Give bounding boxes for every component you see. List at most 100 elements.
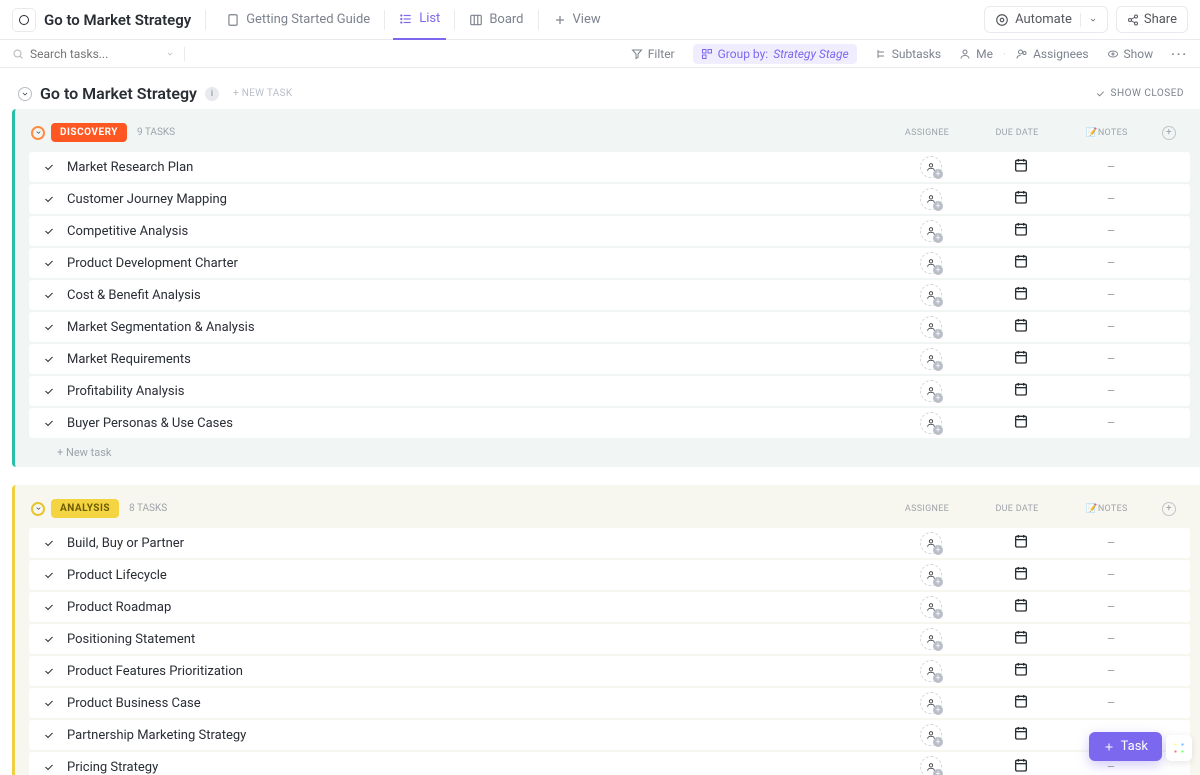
search-input[interactable]	[30, 47, 160, 61]
task-row[interactable]: Market Research Plan + –	[29, 152, 1190, 182]
apps-fab[interactable]	[1166, 735, 1192, 761]
task-row[interactable]: Buyer Personas & Use Cases + –	[29, 408, 1190, 438]
notes-cell[interactable]: –	[1066, 192, 1156, 207]
assignee-cell[interactable]: +	[886, 596, 976, 618]
assignee-cell[interactable]: +	[886, 156, 976, 178]
task-name[interactable]: Product Roadmap	[67, 600, 886, 615]
subtasks-button[interactable]: Subtasks	[875, 47, 941, 61]
group-name-pill[interactable]: DISCOVERY	[51, 123, 127, 142]
groupby-button[interactable]: Group by: Strategy Stage	[693, 44, 857, 64]
task-complete-check[interactable]	[43, 193, 55, 205]
assignee-cell[interactable]: +	[886, 316, 976, 338]
filter-button[interactable]: Filter	[631, 47, 675, 61]
task-complete-check[interactable]	[43, 225, 55, 237]
assignee-cell[interactable]: +	[886, 412, 976, 434]
task-name[interactable]: Product Business Case	[67, 696, 886, 711]
task-row[interactable]: Market Segmentation & Analysis + –	[29, 312, 1190, 342]
task-complete-check[interactable]	[43, 569, 55, 581]
task-name[interactable]: Product Development Charter	[67, 256, 886, 271]
due-date-cell[interactable]	[976, 413, 1066, 433]
notes-cell[interactable]: –	[1066, 568, 1156, 583]
task-row[interactable]: Partnership Marketing Strategy + –	[29, 720, 1190, 750]
due-date-cell[interactable]	[976, 629, 1066, 649]
task-complete-check[interactable]	[43, 729, 55, 741]
task-name[interactable]: Market Research Plan	[67, 160, 886, 175]
chevron-down-icon[interactable]	[166, 50, 174, 58]
assignee-cell[interactable]: +	[886, 660, 976, 682]
notes-cell[interactable]: –	[1066, 632, 1156, 647]
tab-board[interactable]: Board	[463, 0, 529, 40]
due-date-cell[interactable]	[976, 253, 1066, 273]
task-complete-check[interactable]	[43, 601, 55, 613]
assignee-cell[interactable]: +	[886, 628, 976, 650]
notes-cell[interactable]: –	[1066, 696, 1156, 711]
task-name[interactable]: Profitability Analysis	[67, 384, 886, 399]
notes-cell[interactable]: –	[1066, 288, 1156, 303]
notes-cell[interactable]: –	[1066, 352, 1156, 367]
new-task-row[interactable]: + New task	[29, 440, 1190, 461]
show-button[interactable]: Show	[1107, 47, 1154, 61]
assignees-button[interactable]: Assignees	[1016, 47, 1088, 61]
due-date-cell[interactable]	[976, 381, 1066, 401]
notes-cell[interactable]: –	[1066, 224, 1156, 239]
assignee-cell[interactable]: +	[886, 380, 976, 402]
group-collapse-icon[interactable]	[31, 126, 45, 140]
automate-button[interactable]: Automate	[984, 6, 1108, 33]
collapse-icon[interactable]	[18, 87, 32, 101]
notes-cell[interactable]: –	[1066, 256, 1156, 271]
task-name[interactable]: Market Requirements	[67, 352, 886, 367]
task-row[interactable]: Customer Journey Mapping + –	[29, 184, 1190, 214]
assignee-cell[interactable]: +	[886, 284, 976, 306]
task-row[interactable]: Product Development Charter + –	[29, 248, 1190, 278]
due-date-cell[interactable]	[976, 597, 1066, 617]
notes-cell[interactable]: –	[1066, 600, 1156, 615]
task-name[interactable]: Cost & Benefit Analysis	[67, 288, 886, 303]
column-header-assignee[interactable]: ASSIGNEE	[882, 128, 972, 138]
column-header-notes[interactable]: 📝NOTES	[1062, 504, 1152, 514]
group-collapse-icon[interactable]	[31, 502, 45, 516]
tab-getting-started[interactable]: Getting Started Guide	[220, 0, 376, 40]
tab-add-view[interactable]: View	[547, 0, 607, 40]
assignee-cell[interactable]: +	[886, 756, 976, 775]
task-name[interactable]: Buyer Personas & Use Cases	[67, 416, 886, 431]
task-name[interactable]: Positioning Statement	[67, 632, 886, 647]
task-name[interactable]: Market Segmentation & Analysis	[67, 320, 886, 335]
task-complete-check[interactable]	[43, 537, 55, 549]
notes-cell[interactable]: –	[1066, 416, 1156, 431]
task-complete-check[interactable]	[43, 633, 55, 645]
task-row[interactable]: Market Requirements + –	[29, 344, 1190, 374]
notes-cell[interactable]: –	[1066, 760, 1156, 775]
assignee-cell[interactable]: +	[886, 692, 976, 714]
due-date-cell[interactable]	[976, 285, 1066, 305]
me-button[interactable]: Me	[959, 47, 993, 61]
task-row[interactable]: Cost & Benefit Analysis + –	[29, 280, 1190, 310]
task-name[interactable]: Product Features Prioritization	[67, 664, 886, 679]
task-row[interactable]: Product Roadmap + –	[29, 592, 1190, 622]
task-complete-check[interactable]	[43, 697, 55, 709]
due-date-cell[interactable]	[976, 349, 1066, 369]
task-complete-check[interactable]	[43, 353, 55, 365]
task-name[interactable]: Product Lifecycle	[67, 568, 886, 583]
assignee-cell[interactable]: +	[886, 532, 976, 554]
due-date-cell[interactable]	[976, 317, 1066, 337]
new-task-fab[interactable]: Task	[1089, 732, 1162, 761]
task-row[interactable]: Pricing Strategy + –	[29, 752, 1190, 775]
show-closed-button[interactable]: SHOW CLOSED	[1095, 88, 1184, 99]
task-complete-check[interactable]	[43, 761, 55, 773]
assignee-cell[interactable]: +	[886, 564, 976, 586]
notes-cell[interactable]: –	[1066, 664, 1156, 679]
assignee-cell[interactable]: +	[886, 348, 976, 370]
task-complete-check[interactable]	[43, 161, 55, 173]
column-header-assignee[interactable]: ASSIGNEE	[882, 504, 972, 514]
due-date-cell[interactable]	[976, 221, 1066, 241]
task-row[interactable]: Product Features Prioritization + –	[29, 656, 1190, 686]
tab-list[interactable]: List	[393, 0, 446, 40]
due-date-cell[interactable]	[976, 725, 1066, 745]
due-date-cell[interactable]	[976, 533, 1066, 553]
task-name[interactable]: Competitive Analysis	[67, 224, 886, 239]
assignee-cell[interactable]: +	[886, 724, 976, 746]
column-header-notes[interactable]: 📝NOTES	[1062, 128, 1152, 138]
column-header-due[interactable]: DUE DATE	[972, 504, 1062, 514]
add-column-button[interactable]: +	[1152, 502, 1186, 516]
due-date-cell[interactable]	[976, 189, 1066, 209]
